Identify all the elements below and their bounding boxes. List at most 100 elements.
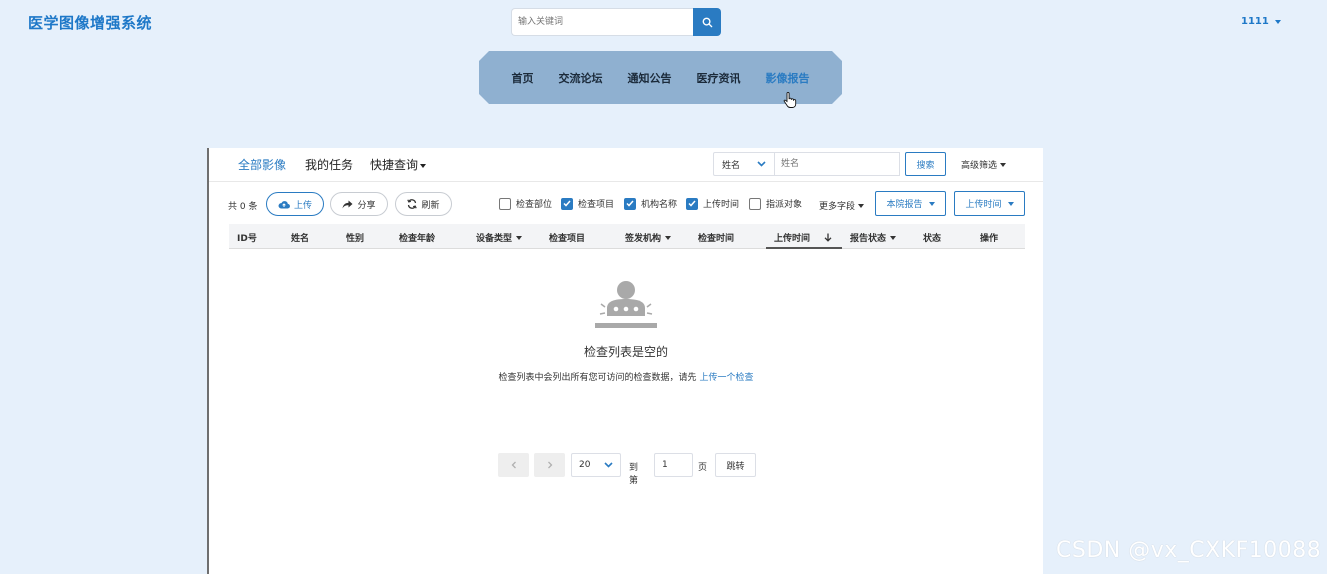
share-icon <box>342 200 353 208</box>
column-toggle-label: 上传时间 <box>703 200 740 210</box>
page-number-input[interactable] <box>654 453 693 477</box>
tab-my-tasks[interactable]: 我的任务 <box>305 156 353 173</box>
tab-all-images[interactable]: 全部影像 <box>238 156 286 173</box>
check-icon <box>626 200 634 207</box>
caret-down-icon <box>516 235 523 240</box>
page-unit-label: 页 <box>698 463 708 473</box>
column-header-gender[interactable]: 性别 <box>346 231 364 244</box>
checkbox-checked[interactable] <box>624 197 636 210</box>
nav-item-news[interactable]: 医疗资讯 <box>697 70 741 86</box>
pointer-cursor-icon <box>783 92 797 108</box>
upload-button[interactable]: 上传 <box>266 192 324 216</box>
prev-page-button[interactable] <box>498 453 529 477</box>
next-page-button[interactable] <box>534 453 565 477</box>
tab-quick-query-label: 快捷查询 <box>370 158 419 172</box>
caret-down-icon <box>420 163 427 168</box>
column-header-device-type[interactable]: 设备类型 <box>476 231 523 244</box>
checkbox[interactable] <box>499 197 511 210</box>
user-name: 1111 <box>1241 16 1269 27</box>
chevron-left-icon <box>511 461 516 469</box>
advanced-filter-dropdown[interactable]: 高级筛选 <box>961 158 1007 171</box>
column-toggle-label: 检查部位 <box>516 200 553 210</box>
nav-item-image-reports[interactable]: 影像报告 <box>766 70 810 86</box>
filter-search-button[interactable]: 搜索 <box>905 152 946 176</box>
brand-title: 医学图像增强系统 <box>28 14 153 32</box>
column-header-label: 签发机构 <box>625 234 662 244</box>
search-button[interactable] <box>693 8 721 36</box>
column-toggle-label: 指派对象 <box>766 200 803 210</box>
column-header-exam-time[interactable]: 检查时间 <box>698 231 734 244</box>
keyword-search-input[interactable] <box>511 8 693 36</box>
nav-item-home[interactable]: 首页 <box>512 70 534 86</box>
watermark: CSDN @vx_CXKF10088 <box>1056 538 1322 563</box>
checkbox[interactable] <box>749 197 761 210</box>
checkbox-checked[interactable] <box>561 197 573 210</box>
caret-down-icon <box>1007 201 1014 206</box>
refresh-icon <box>407 199 418 209</box>
more-fields-dropdown[interactable]: 更多字段 <box>819 199 865 212</box>
column-header-label: 设备类型 <box>476 234 513 244</box>
more-fields-label: 更多字段 <box>819 202 856 212</box>
page-size-select[interactable]: 20 <box>571 453 621 477</box>
time-filter-dropdown[interactable]: 上传时间 <box>954 191 1025 216</box>
top-search <box>511 8 721 36</box>
user-menu[interactable]: 1111 <box>1241 16 1281 27</box>
nav-item-forum[interactable]: 交流论坛 <box>559 70 603 86</box>
caret-down-icon <box>890 235 897 240</box>
column-header-id[interactable]: ID号 <box>237 231 257 244</box>
column-header-actions[interactable]: 操作 <box>980 231 998 244</box>
caret-down-icon <box>858 203 865 208</box>
tabs-bar: 全部影像 我的任务 快捷查询 姓名 搜索 高级筛选 <box>209 148 1043 182</box>
column-toggle-upload-time[interactable]: 上传时间 <box>686 197 739 210</box>
column-header-age[interactable]: 检查年龄 <box>399 231 435 244</box>
column-header-status[interactable]: 状态 <box>923 231 941 244</box>
column-header-report-status[interactable]: 报告状态 <box>850 231 897 244</box>
check-icon <box>688 200 696 207</box>
checkbox-checked[interactable] <box>686 197 698 210</box>
sort-indicator <box>766 247 842 249</box>
caret-down-icon <box>665 235 672 240</box>
column-toggle-assignee[interactable]: 指派对象 <box>749 197 802 210</box>
name-filter-input[interactable] <box>775 152 900 176</box>
share-label: 分享 <box>357 200 376 211</box>
column-header-label: 上传时间 <box>774 234 811 244</box>
column-toggle-label: 机构名称 <box>641 200 678 210</box>
upload-label: 上传 <box>293 200 312 211</box>
column-toggle-label: 检查项目 <box>578 200 615 210</box>
chevron-right-icon <box>547 461 552 469</box>
refresh-label: 刷新 <box>421 200 440 211</box>
column-header-issuer[interactable]: 签发机构 <box>625 231 672 244</box>
advanced-filter-label: 高级筛选 <box>961 161 998 171</box>
chevron-down-icon <box>1274 19 1281 24</box>
time-filter-label: 上传时间 <box>965 200 1002 210</box>
field-select-value: 姓名 <box>722 160 741 171</box>
share-button[interactable]: 分享 <box>330 192 388 216</box>
chevron-down-icon <box>604 462 613 468</box>
column-toggle-org-name[interactable]: 机构名称 <box>624 197 677 210</box>
search-icon <box>702 17 712 27</box>
table-header: ID号 姓名 性别 检查年龄 设备类型 检查项目 签发机构 检查时间 上传时间 … <box>229 224 1025 249</box>
goto-label: 到第 <box>629 463 639 486</box>
refresh-button[interactable]: 刷新 <box>395 192 452 216</box>
nav-item-notices[interactable]: 通知公告 <box>628 70 672 86</box>
sort-descending-icon <box>824 233 832 242</box>
caret-down-icon <box>928 201 935 206</box>
column-header-exam-item[interactable]: 检查项目 <box>549 231 585 244</box>
column-toggle-exam-item[interactable]: 检查项目 <box>561 197 614 210</box>
upload-exam-link[interactable]: 上传一个检查 <box>699 373 753 383</box>
empty-state-text: 检查列表中会列出所有您可访问的检查数据，请先 <box>498 373 697 383</box>
tab-quick-query[interactable]: 快捷查询 <box>370 156 427 173</box>
column-header-upload-time[interactable]: 上传时间 <box>774 231 832 244</box>
cloud-upload-icon <box>278 200 290 209</box>
content-panel: 全部影像 我的任务 快捷查询 姓名 搜索 高级筛选 共 0 条 上传 <box>207 148 1043 574</box>
report-scope-dropdown[interactable]: 本院报告 <box>875 191 946 216</box>
caret-down-icon <box>1000 162 1007 167</box>
jump-button[interactable]: 跳转 <box>715 453 756 477</box>
field-select[interactable]: 姓名 <box>713 152 775 176</box>
report-scope-label: 本院报告 <box>886 200 923 210</box>
column-header-name[interactable]: 姓名 <box>291 231 309 244</box>
column-toggle-exam-site[interactable]: 检查部位 <box>499 197 552 210</box>
chevron-down-icon <box>757 161 766 167</box>
page-size-value: 20 <box>579 460 591 470</box>
empty-state-title: 检查列表是空的 <box>583 345 668 359</box>
